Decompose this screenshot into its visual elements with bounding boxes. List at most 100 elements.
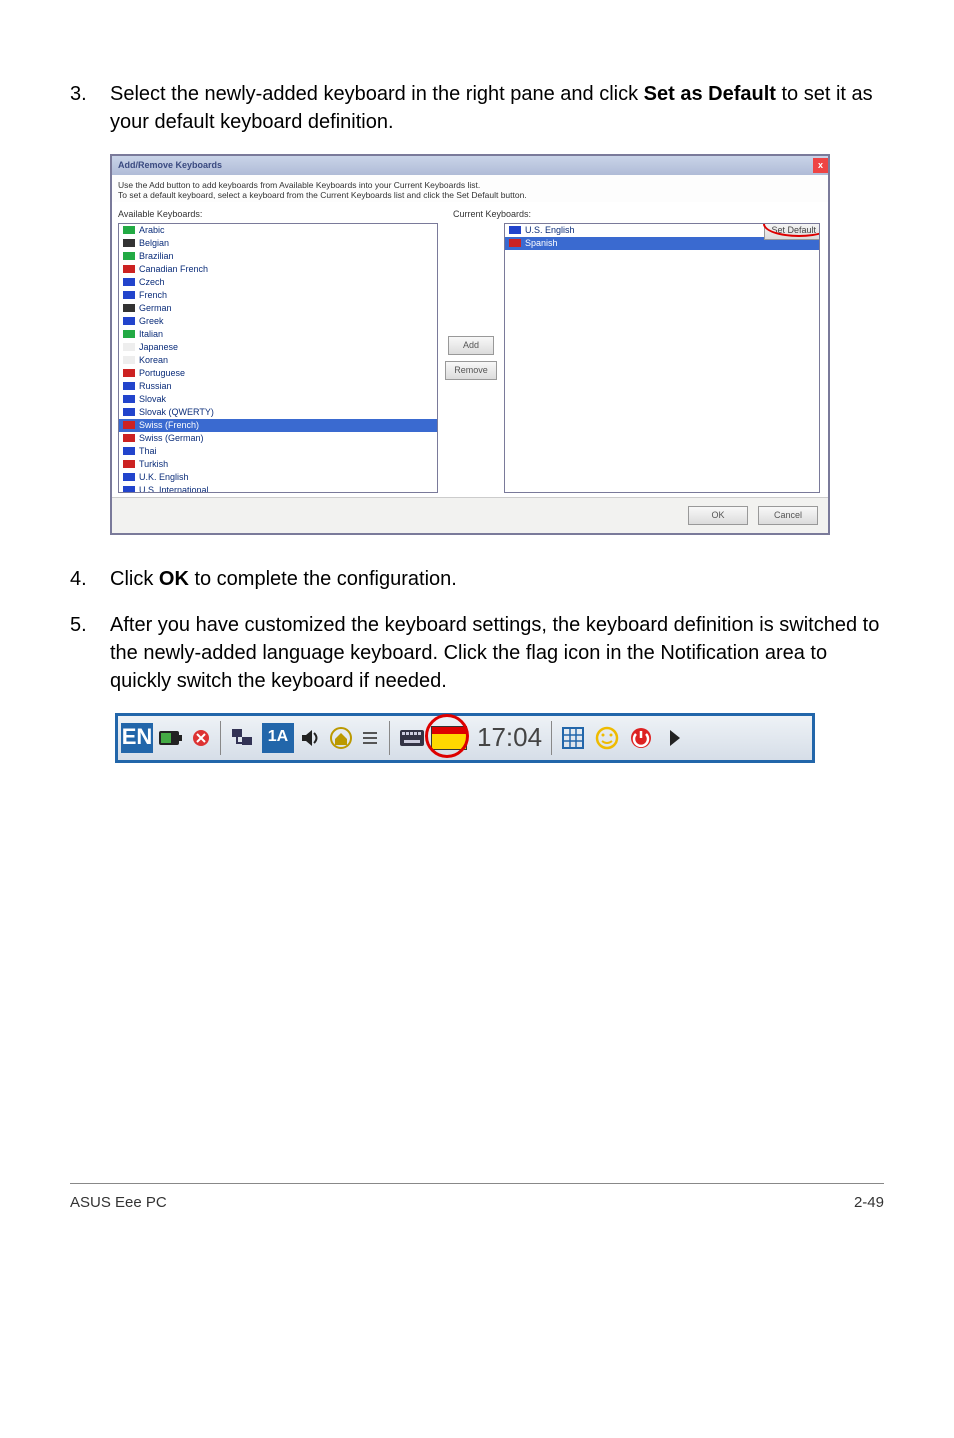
flag-icon xyxy=(123,291,135,299)
list-item[interactable]: Czech xyxy=(119,276,437,289)
grid-icon[interactable] xyxy=(559,724,587,752)
list-item-label: Belgian xyxy=(139,237,169,249)
flag-icon xyxy=(123,447,135,455)
list-item-label: Thai xyxy=(139,445,157,457)
flag-icon xyxy=(123,265,135,273)
list-item[interactable]: Thai xyxy=(119,445,437,458)
flag-icon xyxy=(123,382,135,390)
arrow-right-icon[interactable] xyxy=(661,724,689,752)
list-item[interactable]: Slovak (QWERTY) xyxy=(119,406,437,419)
volume-icon[interactable] xyxy=(298,723,324,753)
keyboard-tray-icon[interactable] xyxy=(397,723,427,753)
list-item[interactable]: Greek xyxy=(119,315,437,328)
list-item-label: Turkish xyxy=(139,458,168,470)
close-tray-icon[interactable] xyxy=(189,723,213,753)
dialog-screenshot: Add/Remove Keyboards x Use the Add butto… xyxy=(110,154,884,535)
list-item-label: U.S. International xyxy=(139,484,209,493)
list-item-label: Spanish xyxy=(525,237,558,249)
menu-icon[interactable] xyxy=(358,723,382,753)
page-footer: ASUS Eee PC 2-49 xyxy=(70,1183,884,1213)
list-item[interactable]: Belgian xyxy=(119,237,437,250)
ime-icon[interactable]: 1A xyxy=(262,723,294,753)
step3-bold: Set as Default xyxy=(644,83,776,105)
flag-icon xyxy=(509,226,521,234)
step4-pre: Click xyxy=(110,568,159,590)
list-item[interactable]: Canadian French xyxy=(119,263,437,276)
clock[interactable]: 17:04 xyxy=(471,719,548,755)
cancel-button[interactable]: Cancel xyxy=(758,506,818,525)
language-indicator[interactable]: EN xyxy=(121,723,153,753)
home-icon[interactable] xyxy=(328,723,354,753)
flag-icon xyxy=(123,239,135,247)
flag-icon xyxy=(123,408,135,416)
dialog-title: Add/Remove Keyboards xyxy=(118,159,222,172)
flag-icon[interactable] xyxy=(431,726,467,750)
available-label: Available Keyboards: xyxy=(118,208,453,221)
flag-icon xyxy=(123,343,135,351)
list-item-label: Brazilian xyxy=(139,250,174,262)
step-number: 5. xyxy=(70,611,110,695)
battery-icon[interactable] xyxy=(157,723,185,753)
flag-icon xyxy=(123,369,135,377)
power-icon[interactable] xyxy=(627,724,655,752)
list-item-label: Korean xyxy=(139,354,168,366)
ok-button[interactable]: OK xyxy=(688,506,748,525)
list-item[interactable]: Swiss (German) xyxy=(119,432,437,445)
list-item-label: U.S. English xyxy=(525,224,575,236)
list-item-label: Portuguese xyxy=(139,367,185,379)
list-item[interactable]: Slovak xyxy=(119,393,437,406)
list-item-label: French xyxy=(139,289,167,301)
available-keyboards-list[interactable]: ArabicBelgianBrazilianCanadian FrenchCze… xyxy=(118,223,438,493)
step-text: Click OK to complete the configuration. xyxy=(110,565,884,593)
current-keyboards-list[interactable]: Set Default U.S. EnglishSpanish xyxy=(504,223,820,493)
list-item-label: Japanese xyxy=(139,341,178,353)
flag-icon xyxy=(123,421,135,429)
flag-icon xyxy=(509,239,521,247)
list-item-label: Greek xyxy=(139,315,164,327)
list-item[interactable]: German xyxy=(119,302,437,315)
list-item[interactable]: French xyxy=(119,289,437,302)
list-item[interactable]: Japanese xyxy=(119,341,437,354)
taskbar-screenshot: EN 1A xyxy=(115,713,884,763)
current-label: Current Keyboards: xyxy=(453,208,531,221)
smiley-icon[interactable] xyxy=(593,724,621,752)
flag-icon xyxy=(123,434,135,442)
list-item[interactable]: Arabic xyxy=(119,224,437,237)
dialog-title-bar: Add/Remove Keyboards x xyxy=(112,156,828,175)
list-item[interactable]: Swiss (French) xyxy=(119,419,437,432)
flag-icon xyxy=(123,304,135,312)
list-item[interactable]: U.K. English xyxy=(119,471,437,484)
close-icon[interactable]: x xyxy=(813,158,828,173)
list-item-label: Russian xyxy=(139,380,172,392)
list-item-label: Slovak xyxy=(139,393,166,405)
flag-icon-wrap[interactable] xyxy=(431,726,467,750)
list-item[interactable]: Brazilian xyxy=(119,250,437,263)
remove-button[interactable]: Remove xyxy=(445,361,497,380)
list-item[interactable]: Russian xyxy=(119,380,437,393)
list-item-label: Slovak (QWERTY) xyxy=(139,406,214,418)
step-text: After you have customized the keyboard s… xyxy=(110,611,884,695)
flag-icon xyxy=(123,473,135,481)
list-item[interactable]: Korean xyxy=(119,354,437,367)
list-item-label: U.K. English xyxy=(139,471,189,483)
list-item[interactable]: Portuguese xyxy=(119,367,437,380)
list-item-label: Swiss (French) xyxy=(139,419,199,431)
flag-icon xyxy=(123,226,135,234)
add-button[interactable]: Add xyxy=(448,336,494,355)
list-item-label: Arabic xyxy=(139,224,165,236)
list-item[interactable]: Italian xyxy=(119,328,437,341)
step4-post: to complete the configuration. xyxy=(189,568,457,590)
network-icon[interactable] xyxy=(228,723,258,753)
step-number: 3. xyxy=(70,80,110,136)
flag-icon xyxy=(123,317,135,325)
list-item-label: Czech xyxy=(139,276,165,288)
flag-icon xyxy=(123,278,135,286)
flag-icon xyxy=(123,356,135,364)
set-default-button[interactable]: Set Default xyxy=(764,223,820,240)
list-item[interactable]: U.S. International xyxy=(119,484,437,493)
flag-icon xyxy=(123,486,135,493)
list-item[interactable]: Turkish xyxy=(119,458,437,471)
step4-bold: OK xyxy=(159,568,189,590)
footer-right: 2-49 xyxy=(854,1192,884,1213)
step-number: 4. xyxy=(70,565,110,593)
